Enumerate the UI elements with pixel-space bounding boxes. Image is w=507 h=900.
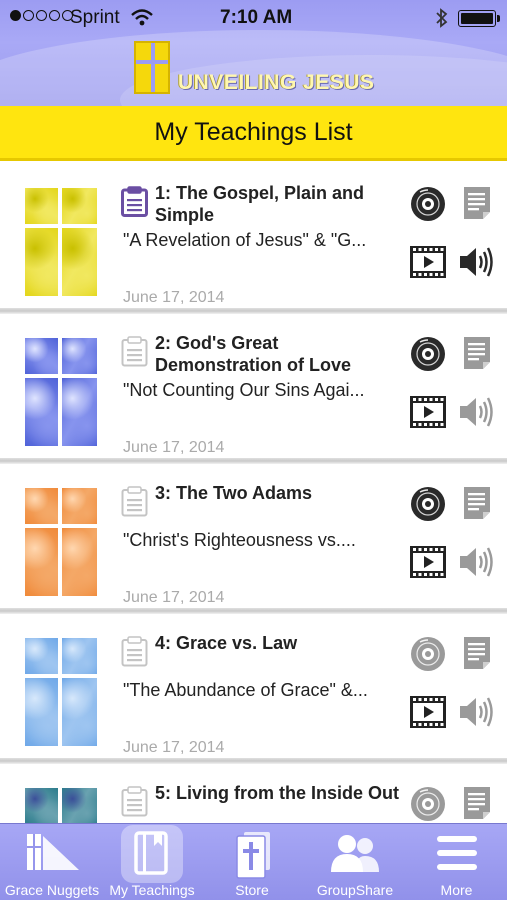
video-icon[interactable] [410,246,446,278]
video-icon[interactable] [410,696,446,728]
teaching-subtitle: "A Revelation of Jesus" & "G... [123,230,367,250]
teaching-subtitle: "The Abundance of Grace" &... [123,680,368,700]
teachings-list[interactable]: 1: The Gospel, Plain and Simple "A Revel… [0,164,507,823]
disc-icon[interactable] [410,636,446,672]
teaching-title: 3: The Two Adams [155,483,313,503]
teaching-subtitle: "Christ's Righteousness vs.... [123,530,356,550]
tab-my-teachings[interactable]: My Teachings [104,824,200,900]
status-bar: Sprint 7:10 AM [0,0,507,36]
audio-icon[interactable] [458,244,496,280]
status-time: 7:10 AM [220,7,293,28]
document-icon[interactable] [463,486,491,520]
page-title: My Teachings List [154,117,353,146]
teaching-title: 4: Grace vs. Law [155,633,298,653]
grace-nuggets-icon [21,830,83,881]
tab-more[interactable]: More [406,824,507,900]
video-icon[interactable] [410,546,446,578]
tab-label: Grace Nuggets [4,882,100,898]
carrier-name: Sprint [70,7,120,28]
disc-icon[interactable] [410,486,446,522]
teaching-thumbnail [25,488,97,596]
document-icon[interactable] [463,786,491,820]
teaching-thumbnail [25,338,97,446]
teaching-row[interactable]: 1: The Gospel, Plain and Simple "A Revel… [0,164,507,314]
bluetooth-icon [434,7,450,35]
signal-strength-icon [10,10,73,21]
teaching-row[interactable]: 4: Grace vs. Law "The Abundance of Grace… [0,614,507,764]
teaching-subtitle: "Not Counting Our Sins Agai... [123,380,365,400]
tab-groupshare[interactable]: GroupShare [304,824,406,900]
disc-icon[interactable] [410,786,446,822]
document-icon[interactable] [463,186,491,220]
tab-label: My Teachings [109,882,195,898]
tab-store[interactable]: Store [200,824,304,900]
people-icon [327,830,383,881]
teaching-date: June 17, 2014 [123,289,225,306]
audio-icon[interactable] [458,694,496,730]
tab-label: GroupShare [316,882,394,898]
menu-icon [433,830,481,881]
teaching-row[interactable]: 2: God's Great Demonstration of Love "No… [0,314,507,464]
teaching-thumbnail [25,788,97,823]
teaching-row[interactable]: 3: The Two Adams "Christ's Righteousness… [0,464,507,614]
disc-icon[interactable] [410,336,446,372]
teaching-title: 1: The Gospel, Plain and Simple [155,183,365,225]
wifi-icon [130,8,154,34]
teaching-thumbnail [25,188,97,296]
book-icon [132,830,172,881]
bible-stack-icon [227,830,277,885]
audio-icon[interactable] [458,544,496,580]
audio-icon[interactable] [458,394,496,430]
tab-label: Store [235,882,269,898]
teaching-title: 2: God's Great Demonstration of Love [155,333,352,375]
app-header: Sprint 7:10 AM UNVEILING JESUS [0,0,507,106]
disc-icon[interactable] [410,186,446,222]
notes-icon[interactable] [121,186,148,217]
app-logo-text: UNVEILING JESUS [178,71,375,94]
cross-logo-icon [134,41,170,94]
notes-icon[interactable] [121,636,148,667]
document-icon[interactable] [463,636,491,670]
notes-icon[interactable] [121,486,148,517]
tab-grace-nuggets[interactable]: Grace Nuggets [0,824,104,900]
teaching-date: June 17, 2014 [123,739,225,756]
teaching-thumbnail [25,638,97,746]
teaching-date: June 17, 2014 [123,439,225,456]
video-icon[interactable] [410,396,446,428]
notes-icon[interactable] [121,336,148,367]
tab-label: More [440,882,473,898]
document-icon[interactable] [463,336,491,370]
teaching-row[interactable]: 5: Living from the Inside Out [0,764,507,823]
teaching-date: June 17, 2014 [123,589,225,606]
page-title-band: My Teachings List [0,106,507,161]
tab-bar: Grace Nuggets My Teachings Store GroupSh… [0,823,507,900]
notes-icon[interactable] [121,786,148,817]
battery-icon [458,10,500,27]
teaching-title: 5: Living from the Inside Out [155,783,400,803]
